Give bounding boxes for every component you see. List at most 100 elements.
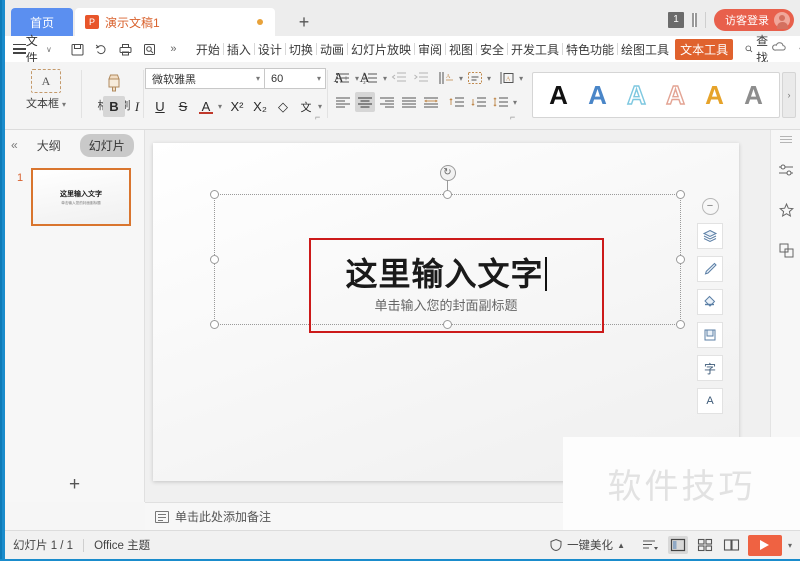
wordart-gallery-scroll-button[interactable]: ›	[782, 72, 796, 118]
pane-tab-slides[interactable]: 幻灯片	[79, 133, 134, 157]
chevron-down-icon[interactable]: ▾	[355, 74, 359, 83]
wordart-style-1[interactable]: A	[588, 82, 607, 108]
align-center-button[interactable]	[355, 92, 375, 112]
layout-list-icon[interactable]	[641, 536, 661, 554]
resize-handle-ne[interactable]	[676, 190, 685, 199]
file-menu-button[interactable]: 文件 ∨	[13, 32, 52, 66]
frame-icon[interactable]	[697, 322, 723, 348]
window-count-badge[interactable]: 1	[668, 12, 684, 28]
slide-thumbnail-item[interactable]: 1 这里输入文字 单击输入您的封面副标题	[5, 168, 144, 226]
more-chevron-icon[interactable]: »	[166, 42, 181, 57]
slideshow-options-chevron-icon[interactable]: ▾	[788, 541, 792, 550]
chevron-down-icon[interactable]: ▾	[318, 102, 322, 111]
subscript-button[interactable]: X₂	[249, 96, 271, 117]
settings-sliders-icon[interactable]	[771, 155, 800, 185]
slide-title[interactable]: 这里输入文字	[153, 249, 739, 295]
chevron-down-icon[interactable]: ▾	[459, 74, 463, 83]
decrease-line-spacing-button[interactable]	[469, 92, 489, 112]
slide-editor[interactable]: ↻ 这里输入文字 单击输入您的封面副标题 − 字 A	[153, 143, 739, 481]
increase-indent-button[interactable]	[411, 68, 431, 88]
text-direction-button[interactable]: A	[437, 68, 457, 88]
convert-smartart-button[interactable]: A	[497, 68, 517, 88]
font-size-select[interactable]: 60 ▾	[264, 68, 326, 89]
duplicate-layers-icon[interactable]	[771, 235, 800, 265]
reading-view-icon[interactable]	[722, 536, 742, 554]
text-style-icon[interactable]: 字	[697, 355, 723, 381]
add-slide-button[interactable]: +	[5, 468, 144, 502]
distribute-button[interactable]	[421, 92, 441, 112]
resize-handle-nw[interactable]	[210, 190, 219, 199]
print-icon[interactable]	[118, 42, 133, 57]
chevron-down-icon[interactable]: ▾	[487, 74, 491, 83]
resize-handle-n[interactable]	[443, 190, 452, 199]
resize-handle-sw[interactable]	[210, 320, 219, 329]
tab-document[interactable]: P 演示文稿1	[75, 8, 275, 36]
wordart-style-3[interactable]: A	[665, 81, 685, 108]
ribbon-tab-2[interactable]: 设计	[255, 39, 285, 60]
theme-label[interactable]: Office 主题	[94, 537, 150, 553]
ribbon-tab-5[interactable]: 幻灯片放映	[348, 39, 414, 60]
decrease-indent-button[interactable]	[389, 68, 409, 88]
cloud-sync-icon[interactable]	[772, 40, 788, 58]
layers-icon[interactable]	[697, 223, 723, 249]
chevron-down-icon[interactable]: ▾	[513, 98, 517, 107]
ribbon-tab-12[interactable]: 文本工具	[675, 38, 734, 60]
brush-icon[interactable]	[697, 256, 723, 282]
rotate-icon[interactable]: ↻	[439, 165, 456, 181]
window-stack-icon[interactable]	[692, 13, 697, 27]
format-painter-icon[interactable]	[101, 70, 127, 94]
slide-sorter-icon[interactable]	[695, 536, 715, 554]
phonetic-guide-button[interactable]: 文	[295, 96, 317, 117]
wordart-style-0[interactable]: A	[549, 82, 568, 108]
textbox-label[interactable]: 文本框 ▾	[13, 95, 79, 111]
clear-format-button[interactable]: ◇	[272, 96, 294, 117]
font-group-expander[interactable]: ⌐	[315, 112, 320, 122]
one-click-beautify-button[interactable]: 一键美化 ▲	[549, 537, 625, 553]
save-icon[interactable]	[70, 42, 85, 57]
wordart-style-5[interactable]: A	[744, 82, 763, 108]
replace-text-icon[interactable]: A	[697, 388, 723, 414]
fill-icon[interactable]	[697, 289, 723, 315]
slide-count-label[interactable]: 幻灯片 1 / 1	[13, 537, 73, 553]
bold-button[interactable]: B	[103, 96, 125, 117]
line-spacing-button[interactable]	[491, 92, 511, 112]
numbered-list-button[interactable]: 123	[361, 68, 381, 88]
ribbon-tab-1[interactable]: 插入	[224, 39, 254, 60]
new-tab-button[interactable]: +	[293, 12, 315, 34]
ribbon-tab-9[interactable]: 开发工具	[508, 39, 562, 60]
guest-login-button[interactable]: 访客登录	[714, 9, 794, 31]
superscript-button[interactable]: X²	[226, 96, 248, 117]
underline-button[interactable]: U	[149, 96, 171, 117]
pane-tab-outline[interactable]: 大纲	[28, 134, 70, 157]
collapse-float-toolbar-button[interactable]: −	[701, 198, 719, 215]
print-preview-icon[interactable]	[142, 42, 157, 57]
textbox-icon[interactable]: A	[31, 69, 61, 93]
resize-handle-se[interactable]	[676, 320, 685, 329]
justify-button[interactable]	[399, 92, 419, 112]
magic-star-icon[interactable]	[771, 195, 800, 225]
font-name-select[interactable]: 微软雅黑 ▾	[145, 68, 265, 89]
wordart-style-2[interactable]: A	[626, 81, 646, 108]
start-slideshow-button[interactable]	[747, 534, 782, 556]
strikethrough-button[interactable]: S	[172, 96, 194, 117]
ribbon-tab-6[interactable]: 审阅	[415, 39, 445, 60]
ribbon-tab-7[interactable]: 视图	[446, 39, 476, 60]
slide-subtitle[interactable]: 单击输入您的封面副标题	[153, 295, 739, 314]
font-color-button[interactable]: A	[195, 96, 217, 117]
chevron-down-icon[interactable]: ▾	[519, 74, 523, 83]
slide-thumbnail[interactable]: 这里输入文字 单击输入您的封面副标题	[31, 168, 131, 226]
ribbon-tab-10[interactable]: 特色功能	[563, 39, 617, 60]
find-button[interactable]: 查找	[745, 32, 772, 66]
sidebar-grip-icon[interactable]	[779, 136, 792, 144]
ribbon-tab-11[interactable]: 绘图工具	[618, 39, 672, 60]
ribbon-tab-3[interactable]: 切换	[286, 39, 316, 60]
italic-button[interactable]: I	[126, 96, 148, 117]
increase-line-spacing-button[interactable]	[447, 92, 467, 112]
undo-rotate-icon[interactable]	[94, 42, 109, 57]
paragraph-group-expander[interactable]: ⌐	[510, 112, 515, 122]
ribbon-tab-8[interactable]: 安全	[477, 39, 507, 60]
chevron-down-icon[interactable]: ▾	[383, 74, 387, 83]
ribbon-tab-4[interactable]: 动画	[317, 39, 347, 60]
ribbon-tab-0[interactable]: 开始	[193, 39, 223, 60]
wordart-style-4[interactable]: A	[705, 82, 724, 108]
